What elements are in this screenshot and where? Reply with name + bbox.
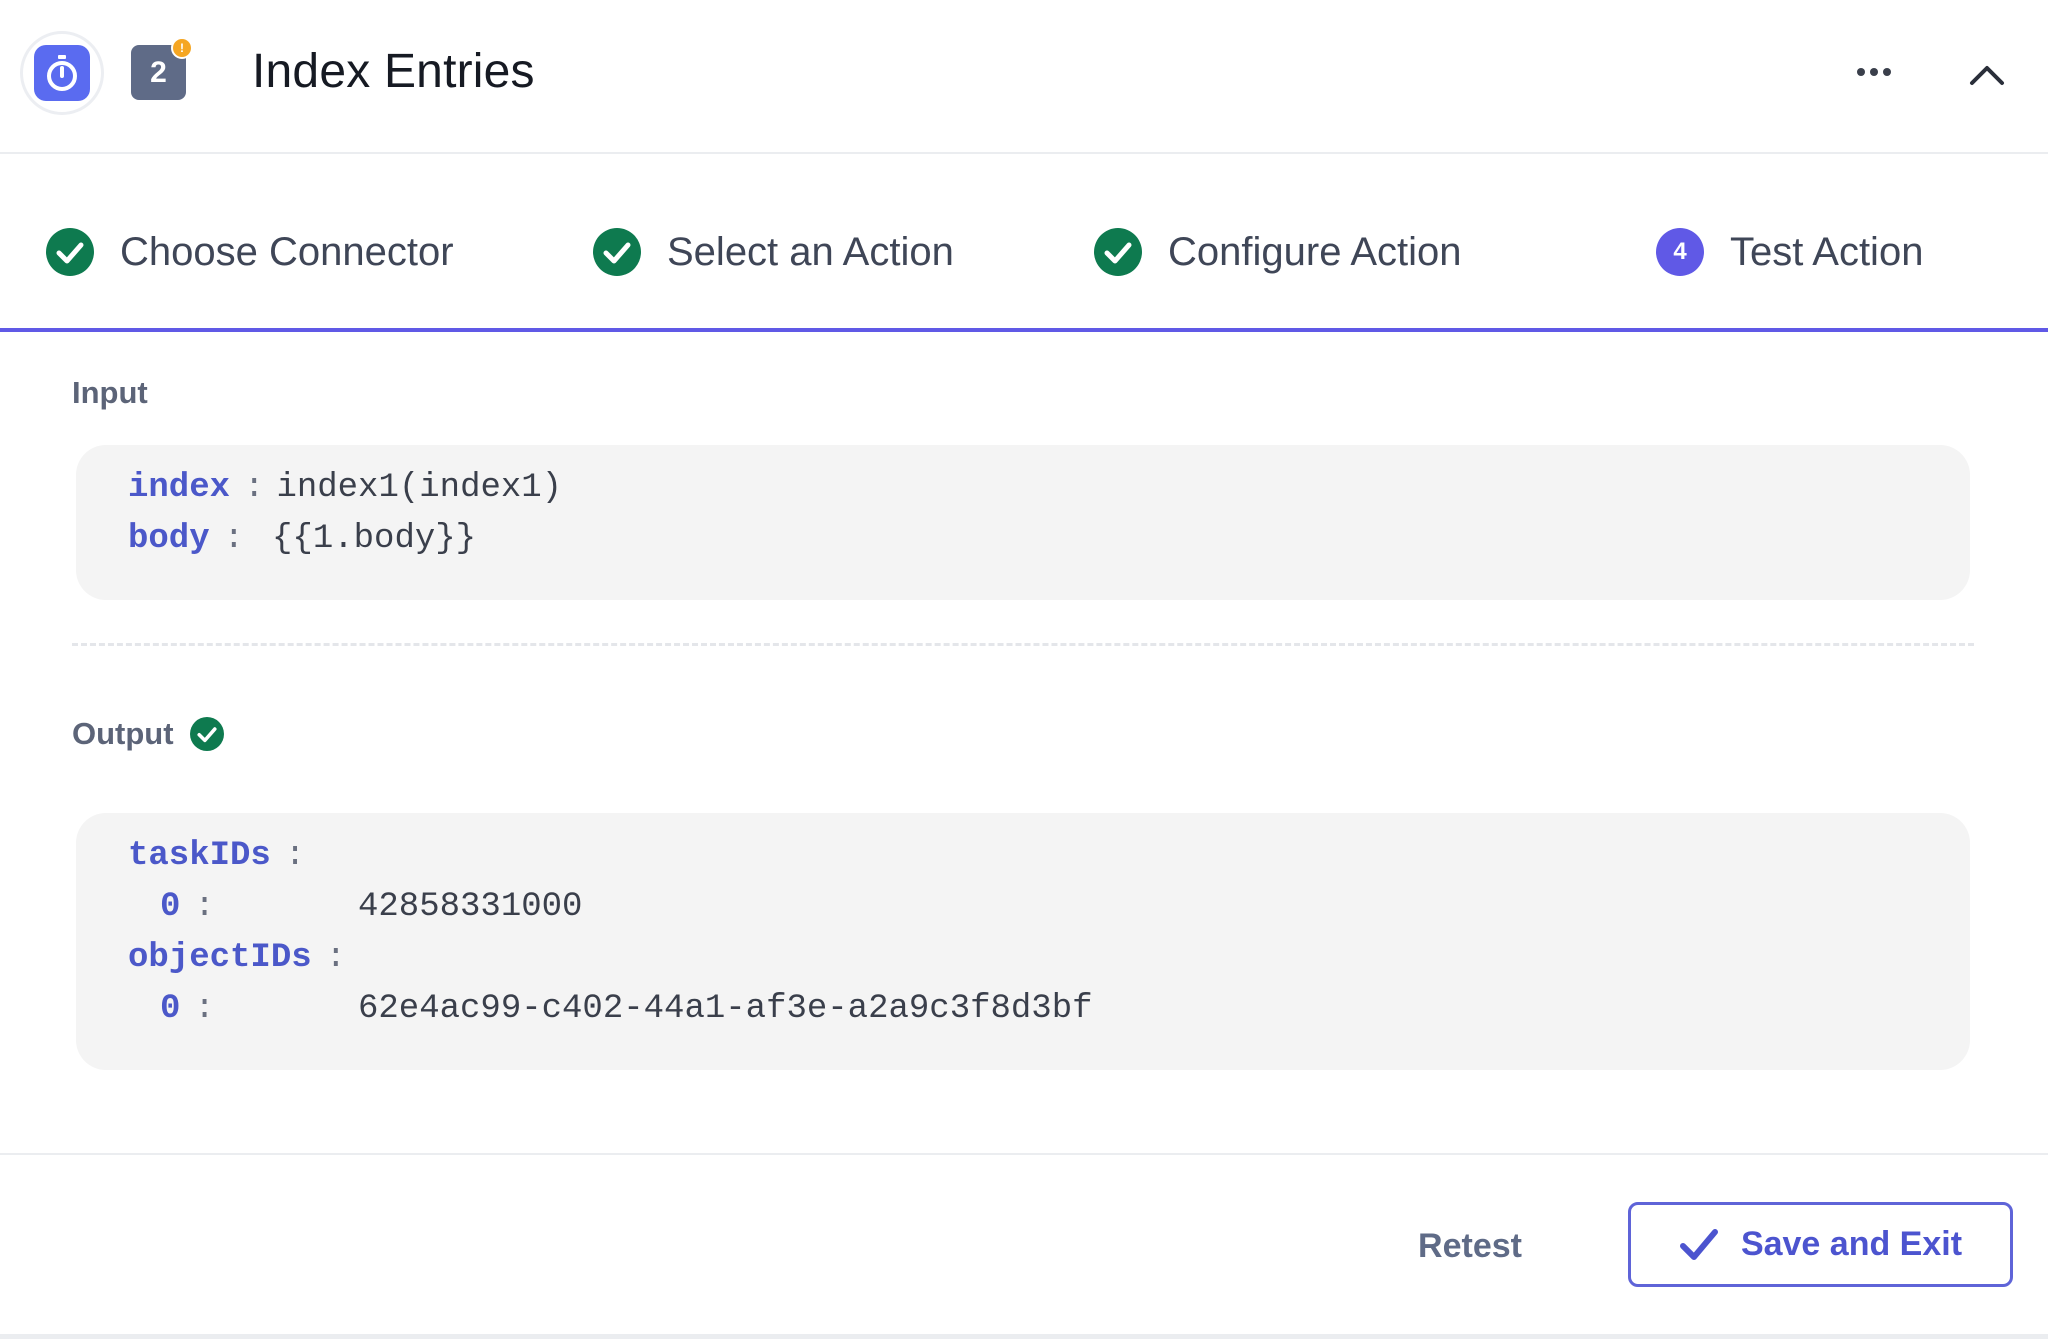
output-index-key: 0 bbox=[160, 990, 181, 1028]
step-number-container: 4 bbox=[1656, 228, 1704, 276]
collapse-button[interactable] bbox=[1962, 50, 2012, 100]
output-section-label: Output bbox=[72, 716, 224, 752]
panel-bottom-edge bbox=[0, 1334, 2048, 1339]
warning-indicator-icon: ! bbox=[171, 37, 193, 59]
key-separator: : bbox=[194, 990, 215, 1028]
step-choose-connector[interactable]: Choose Connector bbox=[46, 224, 454, 280]
output-row-taskids: taskIDs : bbox=[128, 837, 319, 875]
output-row-taskids-0: 0 : bbox=[160, 888, 229, 926]
footer-divider bbox=[0, 1153, 2048, 1155]
panel-header: 2 ! Index Entries bbox=[0, 0, 2048, 154]
input-value: index1(index1) bbox=[276, 469, 563, 507]
output-value-taskid: 42858331000 bbox=[358, 888, 582, 926]
key-separator: : bbox=[325, 939, 347, 977]
input-value: {{1.body}} bbox=[272, 520, 477, 558]
check-circle-icon bbox=[189, 717, 224, 751]
input-label: Input bbox=[72, 375, 148, 410]
input-key: index bbox=[128, 469, 231, 507]
input-code-block: index : index1(index1) body : {{1.body}} bbox=[76, 445, 1970, 600]
output-label: Output bbox=[72, 716, 174, 751]
check-circle-icon bbox=[46, 228, 94, 276]
input-section-label: Input bbox=[72, 375, 148, 411]
step-label: Choose Connector bbox=[120, 229, 454, 274]
more-horizontal-icon bbox=[1857, 68, 1891, 76]
page-title: Index Entries bbox=[252, 45, 535, 98]
more-options-button[interactable] bbox=[1846, 54, 1902, 90]
step-label: Configure Action bbox=[1168, 229, 1462, 274]
step-label: Select an Action bbox=[667, 229, 954, 274]
key-separator: : bbox=[194, 888, 215, 926]
wizard-stepper: Choose Connector Select an Action Config… bbox=[0, 154, 2048, 332]
step-number-circle: 4 bbox=[1656, 228, 1704, 276]
checkmark-icon bbox=[1679, 1228, 1718, 1260]
key-separator: : bbox=[223, 520, 245, 558]
key-separator: : bbox=[284, 837, 306, 875]
check-circle-icon bbox=[1094, 228, 1142, 276]
check-circle-icon bbox=[593, 228, 641, 276]
retest-button[interactable]: Retest bbox=[1392, 1210, 1548, 1282]
output-index-key: 0 bbox=[160, 888, 181, 926]
step-configure-action[interactable]: Configure Action bbox=[1094, 224, 1462, 280]
output-row-objectids-0: 0 : bbox=[160, 990, 229, 1028]
chevron-up-icon bbox=[1970, 66, 2004, 85]
output-key: objectIDs bbox=[128, 939, 312, 977]
input-row-body: body : {{1.body}} bbox=[128, 520, 476, 558]
section-divider bbox=[72, 643, 1974, 646]
output-key: taskIDs bbox=[128, 837, 271, 875]
output-value-objectid: 62e4ac99-c402-44a1-af3e-a2a9c3f8d3bf bbox=[358, 990, 1093, 1028]
save-and-exit-label: Save and Exit bbox=[1740, 1225, 1963, 1263]
key-separator: : bbox=[244, 469, 265, 507]
output-row-objectids: objectIDs : bbox=[128, 939, 360, 977]
input-row-index: index : index1(index1) bbox=[128, 469, 562, 507]
stopwatch-icon bbox=[34, 45, 90, 101]
save-and-exit-button[interactable]: Save and Exit bbox=[1628, 1202, 2013, 1287]
output-code-block: taskIDs : 0 : 42858331000 objectIDs : 0 … bbox=[76, 813, 1970, 1070]
input-key: body bbox=[128, 520, 210, 558]
output-value: 62e4ac99-c402-44a1-af3e-a2a9c3f8d3bf bbox=[358, 990, 1093, 1028]
step-select-action[interactable]: Select an Action bbox=[593, 224, 954, 280]
output-value: 42858331000 bbox=[358, 888, 583, 926]
app-icon-container bbox=[20, 31, 104, 115]
step-label: Test Action bbox=[1730, 229, 1924, 274]
step-test-action[interactable]: 4 Test Action bbox=[1656, 224, 1923, 280]
